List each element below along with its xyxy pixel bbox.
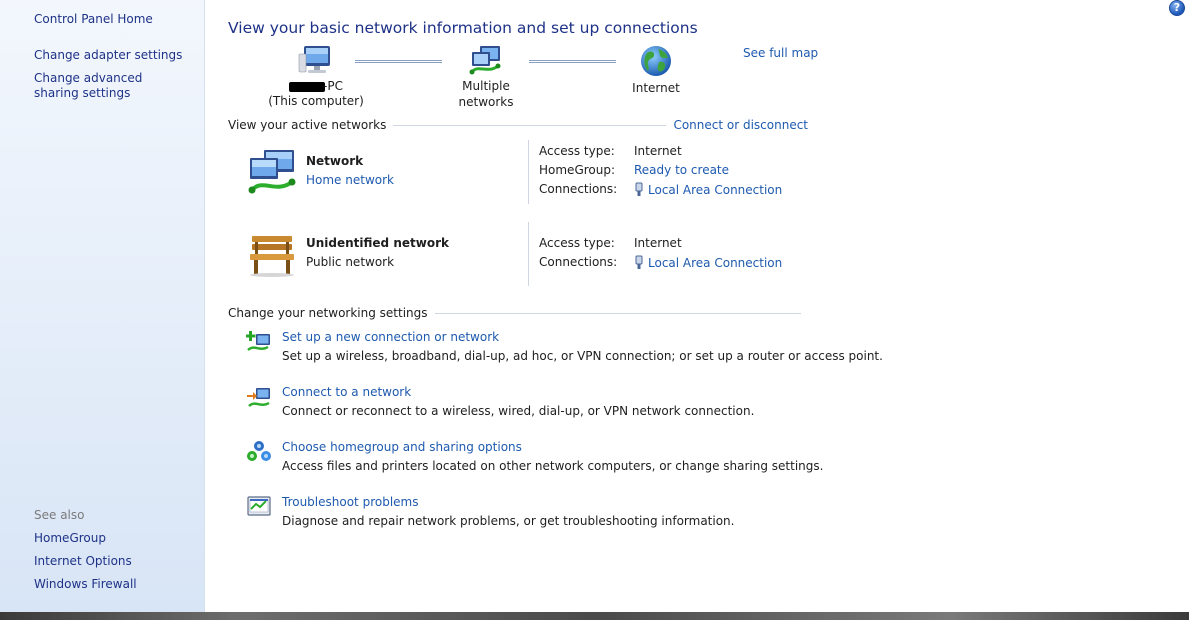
map-node-this-computer[interactable]: -PC (This computer) [268,44,364,108]
connect-network-icon [247,388,270,407]
help-icon[interactable]: ? [1169,0,1185,16]
homegroup-link[interactable]: HomeGroup [34,531,106,546]
this-computer-label: (This computer) [268,94,364,108]
task-description: Set up a wireless, broadband, dial-up, a… [282,349,883,363]
network-icon[interactable] [246,148,298,196]
taskbar-edge [0,612,1189,620]
map-connector-line [355,60,442,63]
homegroup-sharing-options-link[interactable]: Choose homegroup and sharing options [282,440,522,454]
setup-new-connection-link[interactable]: Set up a new connection or network [282,330,499,344]
network-name: Network [306,154,364,168]
map-connector-line [529,60,616,63]
ethernet-plug-icon [635,182,643,196]
control-panel-home-link[interactable]: Control Panel Home [34,12,153,27]
local-area-connection-link[interactable]: Local Area Connection [648,183,782,197]
redacted-name [289,81,326,92]
change-advanced-sharing-settings-link[interactable]: Change advanced sharing settings [34,71,184,101]
network-type-label: Public network [306,255,395,269]
new-connection-icon [246,331,270,351]
park-bench-icon[interactable] [246,230,298,278]
change-adapter-settings-link[interactable]: Change adapter settings [34,48,182,63]
section-divider [393,124,667,126]
task-description: Connect or reconnect to a wireless, wire… [282,404,755,418]
connect-to-network-link[interactable]: Connect to a network [282,385,411,399]
active-network-unidentified: Unidentified network Public network Acce… [246,222,806,288]
homegroup-icon [247,441,271,461]
access-type-value: Internet [634,144,682,158]
network-type-link[interactable]: Home network [306,173,394,187]
see-also-heading: See also [34,508,85,522]
page-title: View your basic network information and … [228,19,698,37]
active-networks-header: View your active networks Connect or dis… [228,118,808,132]
task-description: Access files and printers located on oth… [282,459,824,473]
computer-name-label: -PC [268,78,364,94]
troubleshoot-icon [247,496,271,516]
task-description: Diagnose and repair network problems, or… [282,514,735,528]
multiple-networks-label: Multiple networks [458,79,514,109]
internet-label: Internet [632,81,680,95]
globe-icon [641,46,671,76]
troubleshoot-problems-link[interactable]: Troubleshoot problems [282,495,418,509]
active-network-home: Network Home network Access type: Intern… [246,140,806,206]
change-networking-settings-header: Change your networking settings [228,306,808,320]
section-divider [434,312,801,314]
multiple-networks-icon [469,46,501,75]
homegroup-ready-to-create-link[interactable]: Ready to create [634,163,729,178]
windows-firewall-link[interactable]: Windows Firewall [34,577,137,592]
left-navigation-pane: Control Panel Home Change adapter settin… [0,0,205,612]
network-name: Unidentified network [306,236,449,250]
ethernet-plug-icon [635,255,643,269]
main-content-pane: ? View your basic network information an… [206,0,1189,612]
see-full-map-link[interactable]: See full map [743,46,818,60]
access-type-value: Internet [634,236,682,250]
network-divider [528,222,529,286]
map-node-multiple-networks[interactable]: Multiple networks [436,44,536,110]
connect-or-disconnect-link[interactable]: Connect or disconnect [673,118,808,132]
map-node-internet[interactable]: Internet [620,44,692,96]
internet-options-link[interactable]: Internet Options [34,554,132,569]
computer-icon [298,46,330,73]
local-area-connection-link[interactable]: Local Area Connection [648,256,782,270]
network-divider [528,140,529,204]
